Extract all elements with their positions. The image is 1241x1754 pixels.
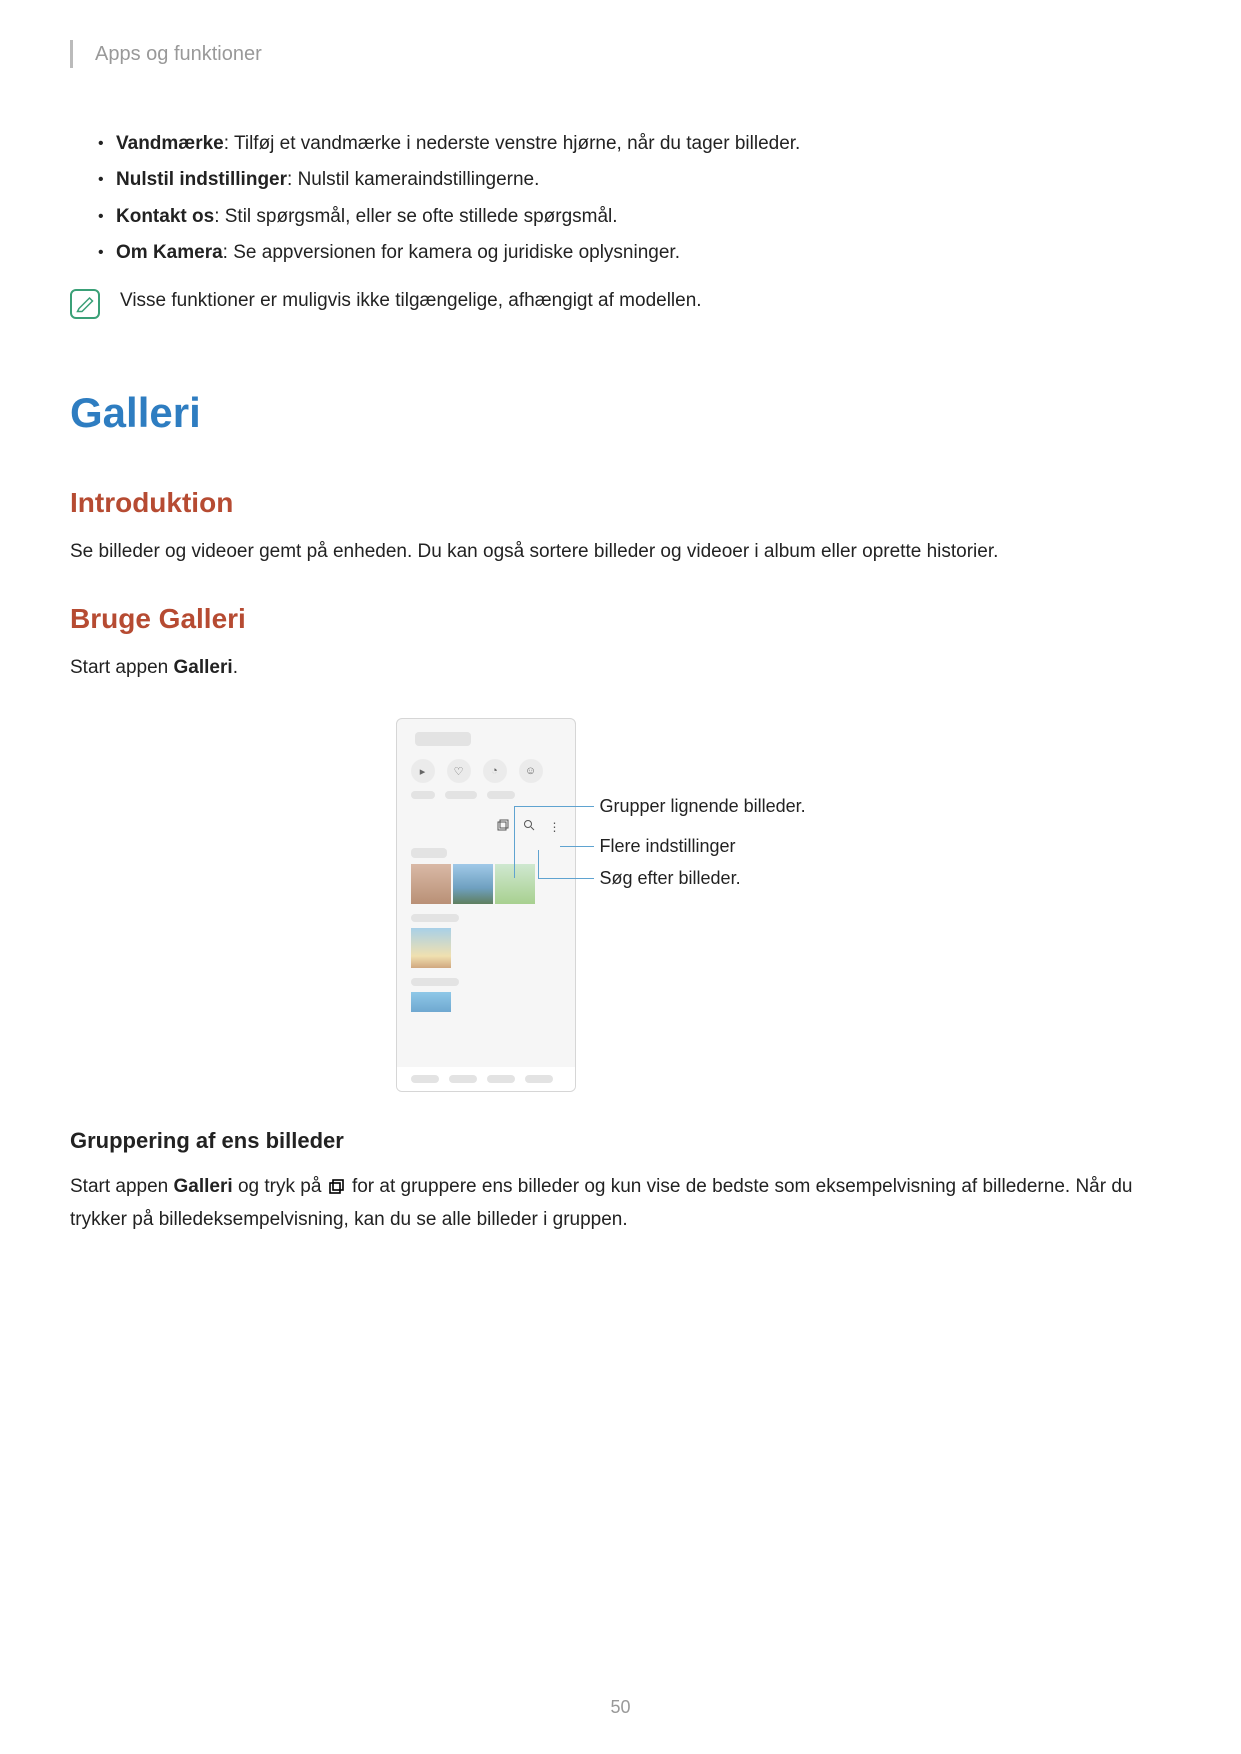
group-similar-icon [497,819,509,834]
filter-shared-icon: ☺ [519,759,543,783]
filter-favorite-icon: ♡ [447,759,471,783]
callout-group-similar: Grupper lignende billeder. [600,796,806,817]
subsection-title-grouping: Gruppering af ens billeder [70,1128,1171,1154]
section-title-intro: Introduktion [70,487,1171,519]
grouping-body: Start appen Galleri og tryk på for at gr… [70,1172,1171,1234]
intro-body: Se billeder og videoer gemt på enheden. … [70,537,1171,566]
callout-search: Søg efter billeder. [600,868,741,889]
gallery-figure: ▸ ♡ ◔ ☺ ⋮ [70,718,1171,1092]
breadcrumb: Apps og funktioner [70,40,1171,68]
note-text: Visse funktioner er muligvis ikke tilgæn… [120,287,702,316]
thumbnail [411,928,451,968]
filter-recent-icon: ◔ [483,759,507,783]
use-body: Start appen Galleri. [70,653,1171,682]
note-icon [70,289,100,319]
thumbnail [411,864,451,904]
more-icon: ⋮ [549,820,561,834]
thumbnail [453,864,493,904]
breadcrumb-text: Apps og funktioner [95,43,262,66]
note-callout: Visse funktioner er muligvis ikke tilgæn… [70,287,1171,319]
list-item: Nulstil indstillinger: Nulstil kameraind… [98,164,1171,196]
group-similar-inline-icon [329,1175,345,1204]
filter-video-icon: ▸ [411,759,435,783]
section-title-use: Bruge Galleri [70,603,1171,635]
list-item: Om Kamera: Se appversionen for kamera og… [98,237,1171,269]
list-item: Vandmærke: Tilføj et vandmærke i nederst… [98,128,1171,160]
search-icon [523,819,535,834]
list-item: Kontakt os: Stil spørgsmål, eller se oft… [98,201,1171,233]
page-title: Galleri [70,389,1171,437]
callout-more-options: Flere indstillinger [600,836,736,857]
phone-mockup: ▸ ♡ ◔ ☺ ⋮ [396,718,576,1092]
callout-group: Grupper lignende billeder. Flere indstil… [586,718,846,1092]
feature-bullet-list: Vandmærke: Tilføj et vandmærke i nederst… [70,128,1171,269]
thumbnail [411,992,451,1012]
page-number: 50 [0,1697,1241,1718]
